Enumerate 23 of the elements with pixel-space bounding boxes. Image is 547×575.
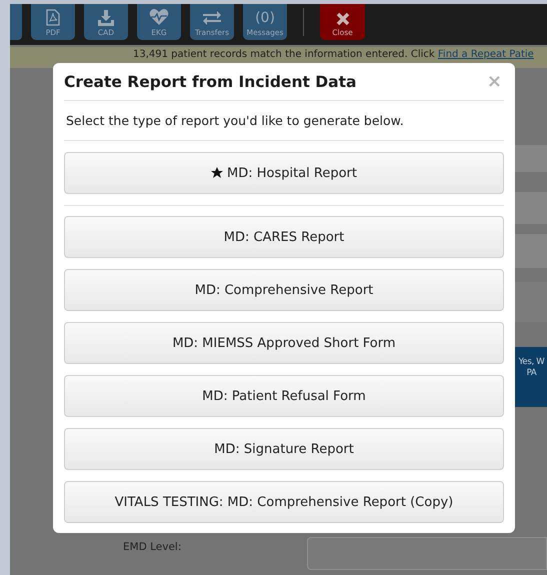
transfer-arrows-icon	[202, 10, 222, 26]
report-button[interactable]: MD: Hospital Report	[64, 152, 504, 194]
report-button[interactable]: MD: Comprehensive Report	[64, 269, 504, 311]
download-icon	[97, 10, 115, 26]
dialog-instructions: Select the type of report you'd like to generate below.	[65, 112, 405, 129]
form-field[interactable]	[515, 282, 547, 322]
form-field[interactable]	[515, 192, 547, 224]
report-button[interactable]: MD: MIEMSS Approved Short Form	[64, 322, 504, 364]
form-field[interactable]	[515, 234, 547, 268]
option-button[interactable]: Yes, W PA	[515, 347, 547, 407]
field-label: EMD Level:	[122, 540, 182, 553]
emd-level-field[interactable]	[307, 537, 547, 570]
pdf-file-icon	[46, 9, 60, 26]
toolbar-button[interactable]	[10, 4, 22, 40]
report-button[interactable]: MD: Signature Report	[64, 428, 504, 470]
report-button[interactable]: MD: CARES Report	[64, 216, 504, 258]
report-button[interactable]: MD: Patient Refusal Form	[64, 375, 504, 417]
banner-message: 13,491 patient records match the information entered. Click Find a Repeat Patie	[133, 49, 535, 61]
heart-icon	[149, 9, 169, 26]
report-button[interactable]: VITALS TESTING: MD: Comprehensive Report (Copy)	[64, 481, 504, 523]
close-icon	[336, 12, 350, 26]
dialog-title: Create Report from Incident Data	[64, 72, 356, 90]
form-field[interactable]	[515, 145, 547, 172]
